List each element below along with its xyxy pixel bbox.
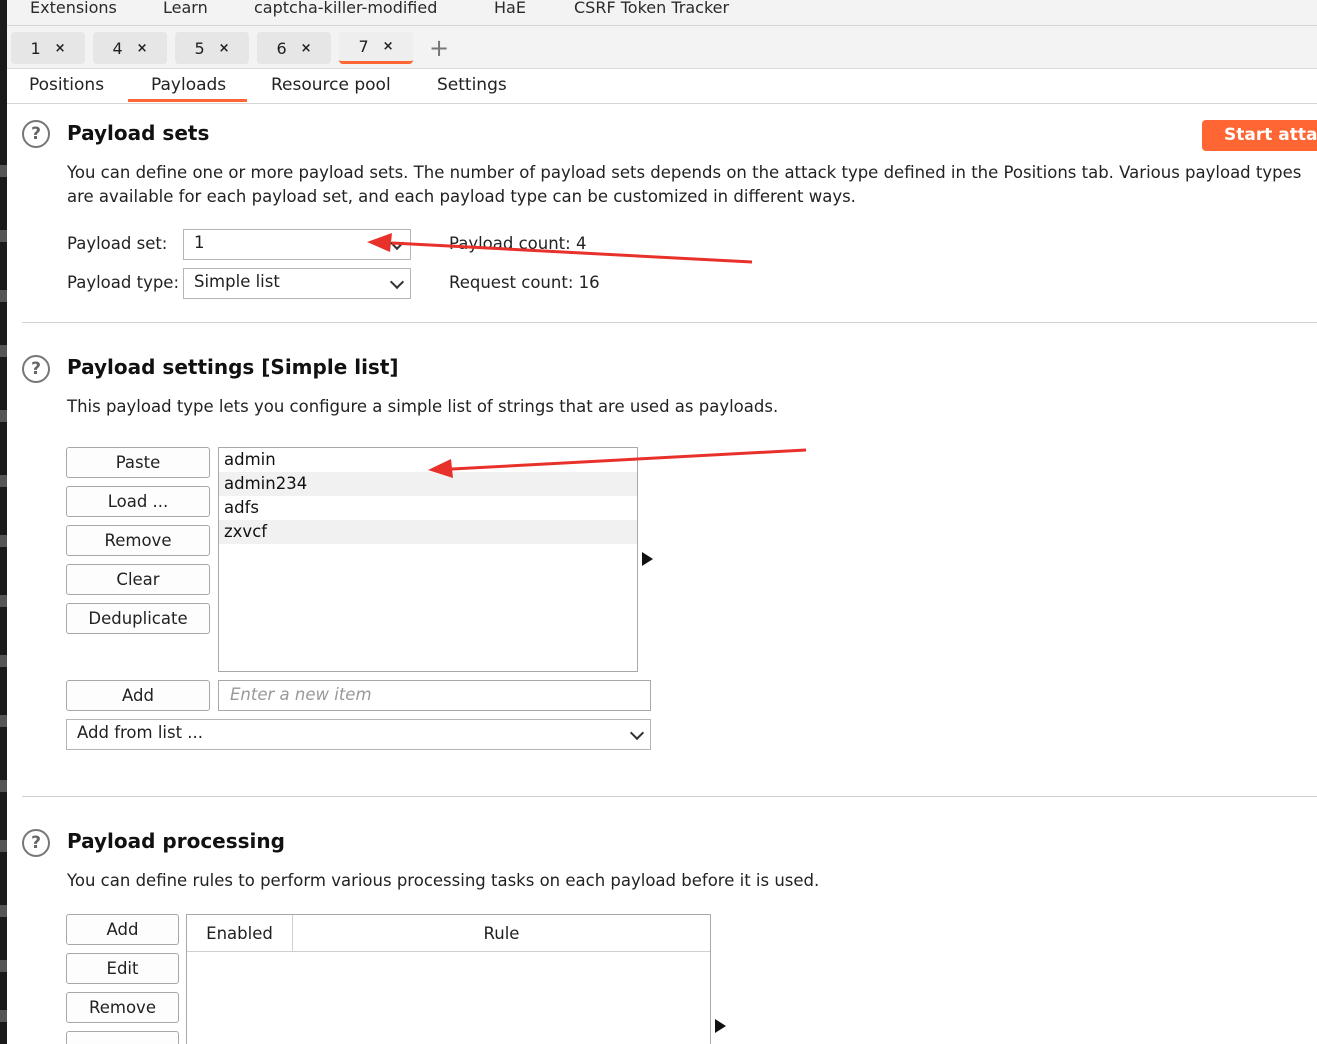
remove-button[interactable]: Remove [66,525,210,556]
add-from-list-select[interactable]: Add from list ... [66,719,651,750]
list-item[interactable]: admin234 [219,472,637,496]
menu-extensions[interactable]: Extensions [30,0,117,17]
plus-icon[interactable]: + [429,34,449,62]
new-item-input[interactable]: Enter a new item [218,680,651,711]
edit-rule-button[interactable]: Edit [66,953,179,984]
help-icon[interactable]: ? [22,120,50,148]
processing-rules-table[interactable]: Enabled Rule [186,914,711,1044]
menu-captcha-killer[interactable]: captcha-killer-modified [254,0,437,17]
payload-processing-title: Payload processing [67,829,285,853]
add-item-button[interactable]: Add [66,680,210,711]
tab-payloads[interactable]: Payloads [151,75,226,95]
close-icon[interactable]: × [219,41,230,56]
expand-arrow-icon[interactable] [642,552,653,566]
section-divider [22,322,1317,323]
payload-count-label: Payload count: 4 [449,234,587,253]
close-icon[interactable]: × [137,41,148,56]
left-edge-strip [0,0,7,1044]
intruder-tab-4[interactable]: 4 × [93,32,167,64]
request-count-value: 16 [578,273,600,292]
top-menu-bar: Extensions Learn captcha-killer-modified… [7,0,1317,26]
intruder-tab-6[interactable]: 6 × [257,32,331,64]
tab-positions[interactable]: Positions [29,75,104,95]
list-item[interactable]: adfs [219,496,637,520]
intruder-tab-7[interactable]: 7 × [339,32,413,64]
close-icon[interactable]: × [383,39,394,54]
start-attack-button[interactable]: Start attack [1202,120,1317,151]
chevron-down-icon [389,235,405,251]
list-item[interactable]: zxvcf [219,520,637,544]
column-header-enabled[interactable]: Enabled [187,915,293,952]
remove-rule-button[interactable]: Remove [66,992,179,1023]
payload-set-select[interactable]: 1 [183,229,411,260]
active-tab-underline [128,99,247,102]
expand-arrow-icon[interactable] [715,1019,726,1033]
deduplicate-button[interactable]: Deduplicate [66,603,210,634]
close-icon[interactable]: × [55,41,66,56]
clear-button[interactable]: Clear [66,564,210,595]
add-rule-button[interactable]: Add [66,914,179,945]
chevron-down-icon [629,725,645,741]
payload-settings-title: Payload settings [Simple list] [67,355,399,379]
help-icon[interactable]: ? [22,355,50,383]
tab-settings[interactable]: Settings [437,75,507,95]
payload-sets-description: You can define one or more payload sets.… [67,163,1302,206]
intruder-tab-bar: 1 × 4 × 5 × 6 × 7 × + [7,26,1317,69]
column-header-rule[interactable]: Rule [293,915,710,952]
payload-sets-title: Payload sets [67,121,210,145]
payload-type-label: Payload type: [67,273,180,292]
help-icon[interactable]: ? [22,829,50,857]
sub-tab-bar: Positions Payloads Resource pool Setting… [7,69,1317,104]
request-count-label: Request count: 16 [449,273,600,292]
payload-count-value: 4 [575,234,587,253]
section-divider [22,796,1317,797]
load-button[interactable]: Load ... [66,486,210,517]
intruder-tab-1[interactable]: 1 × [11,32,85,64]
menu-hae[interactable]: HaE [494,0,526,17]
menu-csrf-token-tracker[interactable]: CSRF Token Tracker [574,0,729,17]
menu-learn[interactable]: Learn [163,0,208,17]
paste-button[interactable]: Paste [66,447,210,478]
close-icon[interactable]: × [301,41,312,56]
payload-list[interactable]: admin admin234 adfs zxvcf [218,447,638,672]
payload-settings-description: This payload type lets you configure a s… [67,397,779,416]
list-item[interactable]: admin [219,448,637,472]
payload-set-label: Payload set: [67,234,168,253]
payload-type-select[interactable]: Simple list [183,268,411,299]
payload-processing-description: You can define rules to perform various … [67,871,820,890]
tab-resource-pool[interactable]: Resource pool [271,75,391,95]
intruder-tab-5[interactable]: 5 × [175,32,249,64]
rule-button-partial[interactable] [66,1031,179,1044]
chevron-down-icon [389,274,405,290]
